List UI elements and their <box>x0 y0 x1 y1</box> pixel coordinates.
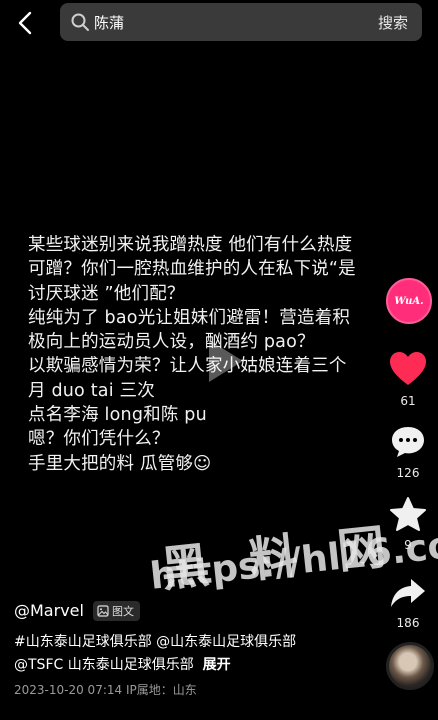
share-button[interactable]: 186 <box>384 576 432 630</box>
hashtag-line[interactable]: #山东泰山足球俱乐部 @山东泰山足球俱乐部 <box>14 631 384 654</box>
image-icon <box>97 605 109 617</box>
post-line: 嗯？你们凭什么？ <box>28 429 170 450</box>
music-disc[interactable] <box>386 642 434 690</box>
like-button[interactable]: 61 <box>384 350 432 408</box>
post-line: 纯纯为了 bao光让姐妹们避雷！营造着积 <box>28 307 351 328</box>
comment-button[interactable]: 126 <box>384 424 432 480</box>
post-description: #山东泰山足球俱乐部 @山东泰山足球俱乐部 @TSFC 山东泰山足球俱乐部 展开 <box>14 631 384 677</box>
search-bar[interactable]: 陈蒲 搜索 <box>60 3 422 41</box>
author-avatar[interactable]: WuA. <box>386 278 432 324</box>
play-icon[interactable] <box>205 336 247 386</box>
author-name[interactable]: @Marvel <box>14 601 84 620</box>
back-button[interactable] <box>14 10 38 36</box>
mention-link[interactable]: @TSFC 山东泰山足球俱乐部 <box>14 657 194 673</box>
comment-count: 126 <box>396 466 420 480</box>
avatar-logo: WuA. <box>394 295 424 307</box>
image-post-badge: 图文 <box>93 601 140 621</box>
post-line: 某些球迷别来说我蹭热度 他们有什么热度 <box>28 235 353 255</box>
mention-line: @TSFC 山东泰山足球俱乐部 展开 <box>14 654 384 677</box>
like-count: 61 <box>400 394 416 408</box>
post-meta: 2023-10-20 07:14 IP属地：山东 <box>14 683 197 697</box>
search-input[interactable]: 陈蒲 <box>94 12 124 33</box>
post-line: 手里大把的料 瓜管够☺ <box>28 453 212 474</box>
search-button[interactable]: 搜索 <box>378 12 408 33</box>
post-line: 点名李海 long和陈 pu <box>28 405 207 426</box>
post-line: 讨厌球迷 ”他们配？ <box>28 283 185 304</box>
share-count: 186 <box>396 616 420 630</box>
badge-label: 图文 <box>112 605 134 618</box>
post-line: 可蹭？你们一腔热血维护的人在私下说“是 <box>28 259 356 280</box>
search-icon <box>71 13 89 31</box>
expand-button[interactable]: 展开 <box>203 657 231 673</box>
share-arrow-icon <box>391 579 425 607</box>
heart-icon <box>390 352 426 385</box>
chevron-left-icon <box>18 11 32 35</box>
comment-icon <box>392 427 424 457</box>
